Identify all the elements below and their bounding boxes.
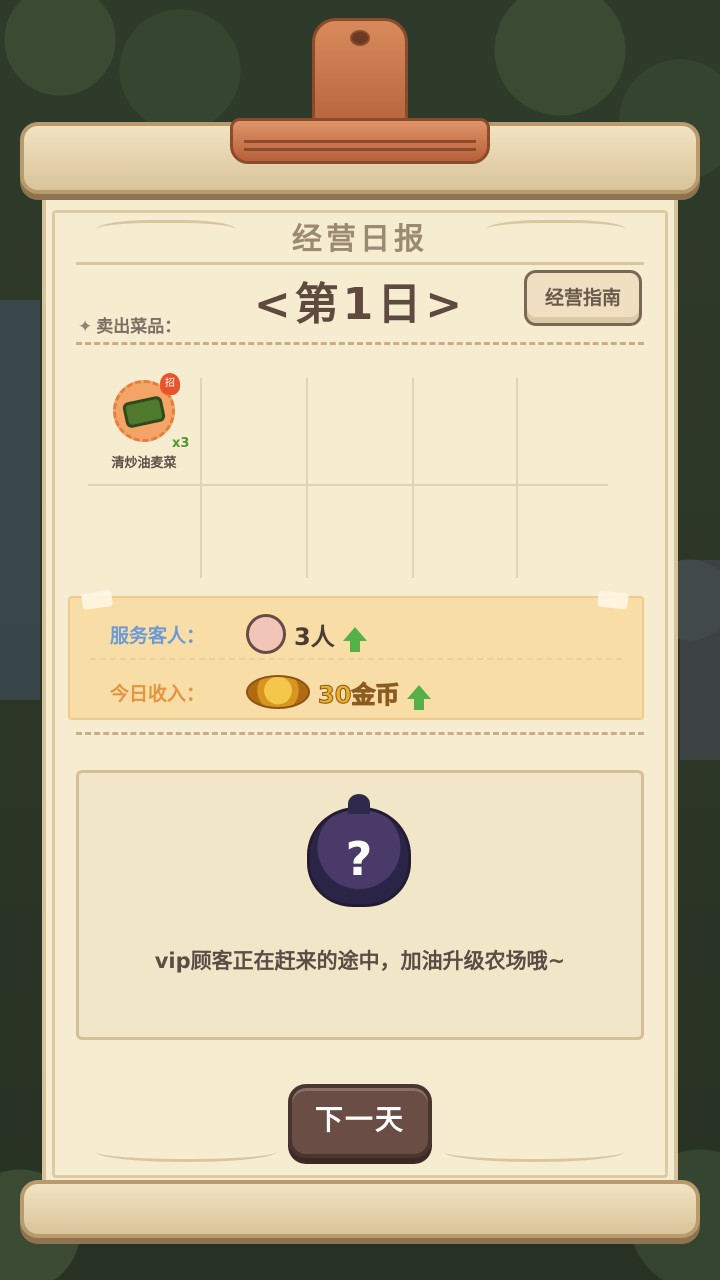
vip-message: vip顾客正在赶来的途中，加油升级农场哦~ <box>154 949 566 973</box>
report-title: 经营日报 <box>292 222 428 257</box>
income-value: 30金币 <box>317 680 400 709</box>
coin-icon <box>246 675 310 709</box>
dish-icon: 招 <box>113 373 180 442</box>
stats-panel: 服务客人： 3人 今日收入： 30金币 <box>68 589 644 720</box>
dish-item[interactable]: 招 x3 清炒油麦菜 <box>96 373 192 471</box>
guests-label: 服务客人： <box>110 624 206 647</box>
vegetable-plate-icon <box>121 395 167 429</box>
guests-value: 3人 <box>294 622 335 651</box>
clip-hole <box>350 30 370 46</box>
fire-badge-icon: 招 <box>160 373 180 395</box>
dish-grid <box>88 484 608 486</box>
guest-icon <box>246 614 286 654</box>
dish-count: x3 <box>172 436 190 451</box>
tape <box>597 590 629 610</box>
section-divider <box>76 732 644 735</box>
sold-dishes-label: ✦ 卖出菜品： <box>78 317 182 337</box>
income-label: 今日收入： <box>110 682 206 705</box>
title-divider <box>76 262 644 265</box>
scroll-ornament-right <box>444 1142 624 1162</box>
arrow-up-icon <box>342 627 367 652</box>
dish-name: 清炒油麦菜 <box>111 456 177 471</box>
mystery-guest-icon: ? <box>307 794 411 907</box>
tape <box>81 589 113 611</box>
income-row: 今日收入： 30金币 <box>110 672 432 712</box>
section-divider <box>76 342 644 345</box>
scroll-ornament-left <box>96 1142 276 1162</box>
scroll-roller-bottom <box>20 1180 700 1238</box>
arrow-up-icon <box>407 685 432 710</box>
next-day-button[interactable]: 下一天 <box>288 1084 432 1158</box>
star-icon: ✦ <box>78 317 93 337</box>
vip-panel: ? vip顾客正在赶来的途中，加油升级农场哦~ <box>76 770 644 1040</box>
guide-button[interactable]: 经营指南 <box>524 270 642 326</box>
question-mark-icon: ? <box>345 832 373 886</box>
guests-row: 服务客人： 3人 <box>110 614 367 654</box>
